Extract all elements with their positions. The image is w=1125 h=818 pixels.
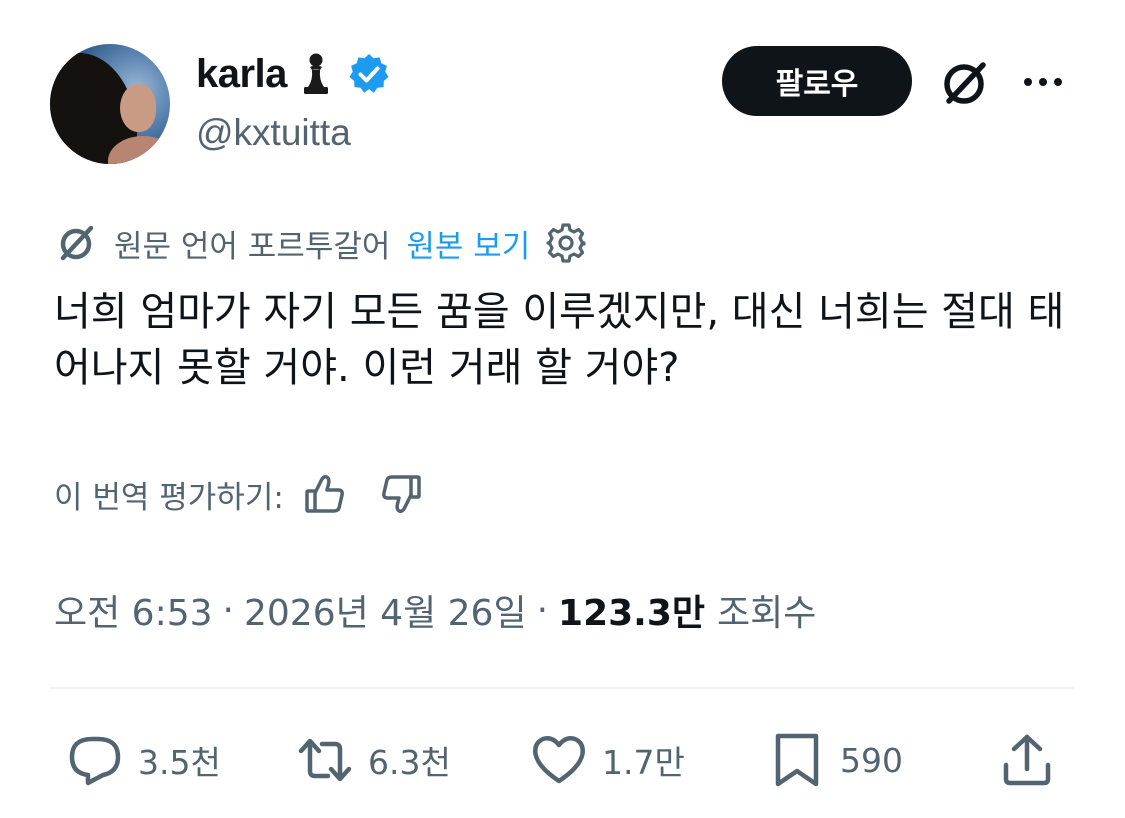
gear-icon[interactable] xyxy=(544,221,588,265)
grok-icon xyxy=(944,62,986,104)
share-icon xyxy=(1003,734,1051,786)
reply-count: 3.5천 xyxy=(138,743,221,782)
rate-translation-label: 이 번역 평가하기: xyxy=(54,479,284,516)
reply-button[interactable]: 3.5천 xyxy=(66,730,221,790)
views-count[interactable]: 123.3만 xyxy=(558,584,705,636)
retweet-count: 6.3천 xyxy=(368,743,451,782)
tweet-text: 너희 엄마가 자기 모든 꿈을 이루겠지만, 대신 너희는 절대 태어나지 못할… xyxy=(54,289,1065,391)
like-count: 1.7만 xyxy=(602,743,685,782)
bookmark-button[interactable]: 590 xyxy=(768,730,903,790)
name-row: karla xyxy=(196,50,391,98)
divider xyxy=(50,687,1075,689)
retweet-button[interactable]: 6.3천 xyxy=(296,730,451,790)
show-original-link[interactable]: 원본 보기 xyxy=(406,221,530,266)
separator-dot: · xyxy=(536,589,549,631)
avatar[interactable] xyxy=(50,44,170,164)
avatar-face xyxy=(120,84,156,132)
translation-notice: 원문 언어 포르투갈어 원본 보기 xyxy=(54,218,588,268)
more-button[interactable] xyxy=(1018,62,1068,102)
tweet-time[interactable]: 오전 6:53 xyxy=(54,584,213,636)
user-handle[interactable]: @kxtuitta xyxy=(196,112,351,154)
translation-source-label: 원문 언어 포르투갈어 xyxy=(114,228,391,265)
thumbs-down-icon[interactable] xyxy=(378,471,424,517)
grok-translate-icon xyxy=(60,225,94,261)
heart-icon xyxy=(533,736,585,784)
bookmark-count: 590 xyxy=(840,740,903,780)
follow-button[interactable]: 팔로우 xyxy=(722,46,912,116)
like-button[interactable]: 1.7만 xyxy=(530,730,685,790)
thumbs-up-icon[interactable] xyxy=(302,471,348,517)
tweet-date[interactable]: 2026년 4월 26일 xyxy=(244,584,527,636)
share-button[interactable] xyxy=(998,730,1056,790)
verified-badge-icon[interactable] xyxy=(347,52,391,96)
bookmark-icon xyxy=(775,733,819,787)
reply-icon xyxy=(69,736,121,786)
retweet-icon xyxy=(298,738,352,782)
display-name[interactable]: karla xyxy=(196,52,287,97)
tweet-meta: 오전 6:53 · 2026년 4월 26일 · 123.3만 조회수 xyxy=(54,582,816,638)
more-dot xyxy=(1054,78,1062,86)
more-dot xyxy=(1024,78,1032,86)
chess-pawn-icon xyxy=(303,53,328,94)
views-label[interactable]: 조회수 xyxy=(717,584,816,636)
grok-button[interactable] xyxy=(934,52,996,114)
rate-translation: 이 번역 평가하기: xyxy=(54,468,424,520)
more-dot xyxy=(1039,78,1047,86)
separator-dot: · xyxy=(222,589,234,631)
